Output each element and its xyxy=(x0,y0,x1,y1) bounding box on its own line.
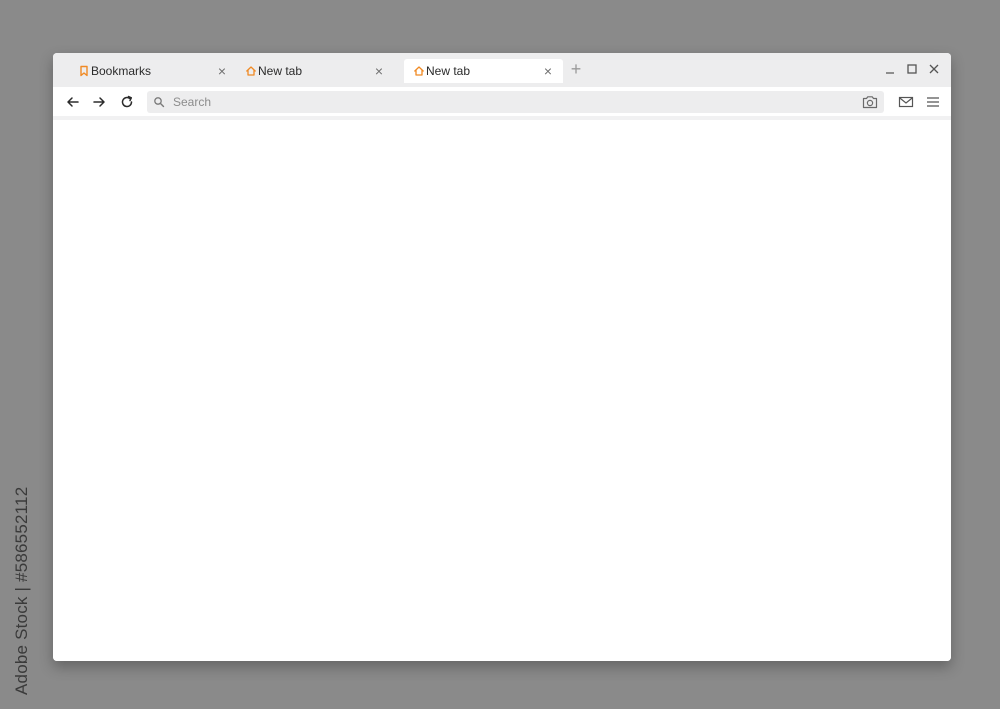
forward-button[interactable] xyxy=(90,93,108,111)
mail-icon xyxy=(898,96,914,108)
arrow-left-icon xyxy=(67,97,79,107)
close-window-button[interactable] xyxy=(927,62,941,76)
navigation-toolbar xyxy=(53,87,951,117)
address-bar[interactable] xyxy=(147,91,884,113)
page-content-area[interactable] xyxy=(53,120,951,661)
reload-button[interactable] xyxy=(118,93,136,111)
close-tab-icon[interactable]: × xyxy=(372,64,386,78)
minimize-button[interactable] xyxy=(883,62,897,76)
tab-label: New tab xyxy=(258,64,303,78)
camera-icon[interactable] xyxy=(862,95,878,109)
maximize-button[interactable] xyxy=(905,62,919,76)
back-button[interactable] xyxy=(64,93,82,111)
bookmark-icon xyxy=(80,65,88,77)
home-icon xyxy=(246,66,256,76)
close-tab-icon[interactable]: × xyxy=(215,64,229,78)
tab-strip: Bookmarks × New tab × New tab × + xyxy=(53,53,951,87)
menu-button[interactable] xyxy=(924,93,942,111)
tab-new-tab-2-active[interactable]: New tab × xyxy=(404,59,563,83)
arrow-right-icon xyxy=(93,97,105,107)
minimize-icon xyxy=(886,72,894,74)
tab-label: New tab xyxy=(426,64,471,78)
close-tab-icon[interactable]: × xyxy=(541,64,555,78)
tab-bookmarks[interactable]: Bookmarks × xyxy=(69,59,237,83)
maximize-icon xyxy=(907,64,917,74)
close-icon xyxy=(929,64,939,74)
search-icon xyxy=(154,97,165,108)
home-icon xyxy=(414,66,424,76)
window-controls xyxy=(883,62,941,76)
reload-icon xyxy=(121,95,133,108)
canvas: Adobe Stock | #586552112 Bookmarks × New… xyxy=(0,0,1000,709)
mail-button[interactable] xyxy=(897,93,915,111)
search-input[interactable] xyxy=(171,94,825,110)
stock-watermark-text: Adobe Stock | #586552112 xyxy=(12,486,31,695)
tab-new-tab-1[interactable]: New tab × xyxy=(236,59,394,83)
new-tab-button[interactable]: + xyxy=(568,60,584,78)
browser-window: Bookmarks × New tab × New tab × + xyxy=(53,53,951,661)
tab-label: Bookmarks xyxy=(91,64,152,78)
hamburger-menu-icon xyxy=(927,97,939,107)
